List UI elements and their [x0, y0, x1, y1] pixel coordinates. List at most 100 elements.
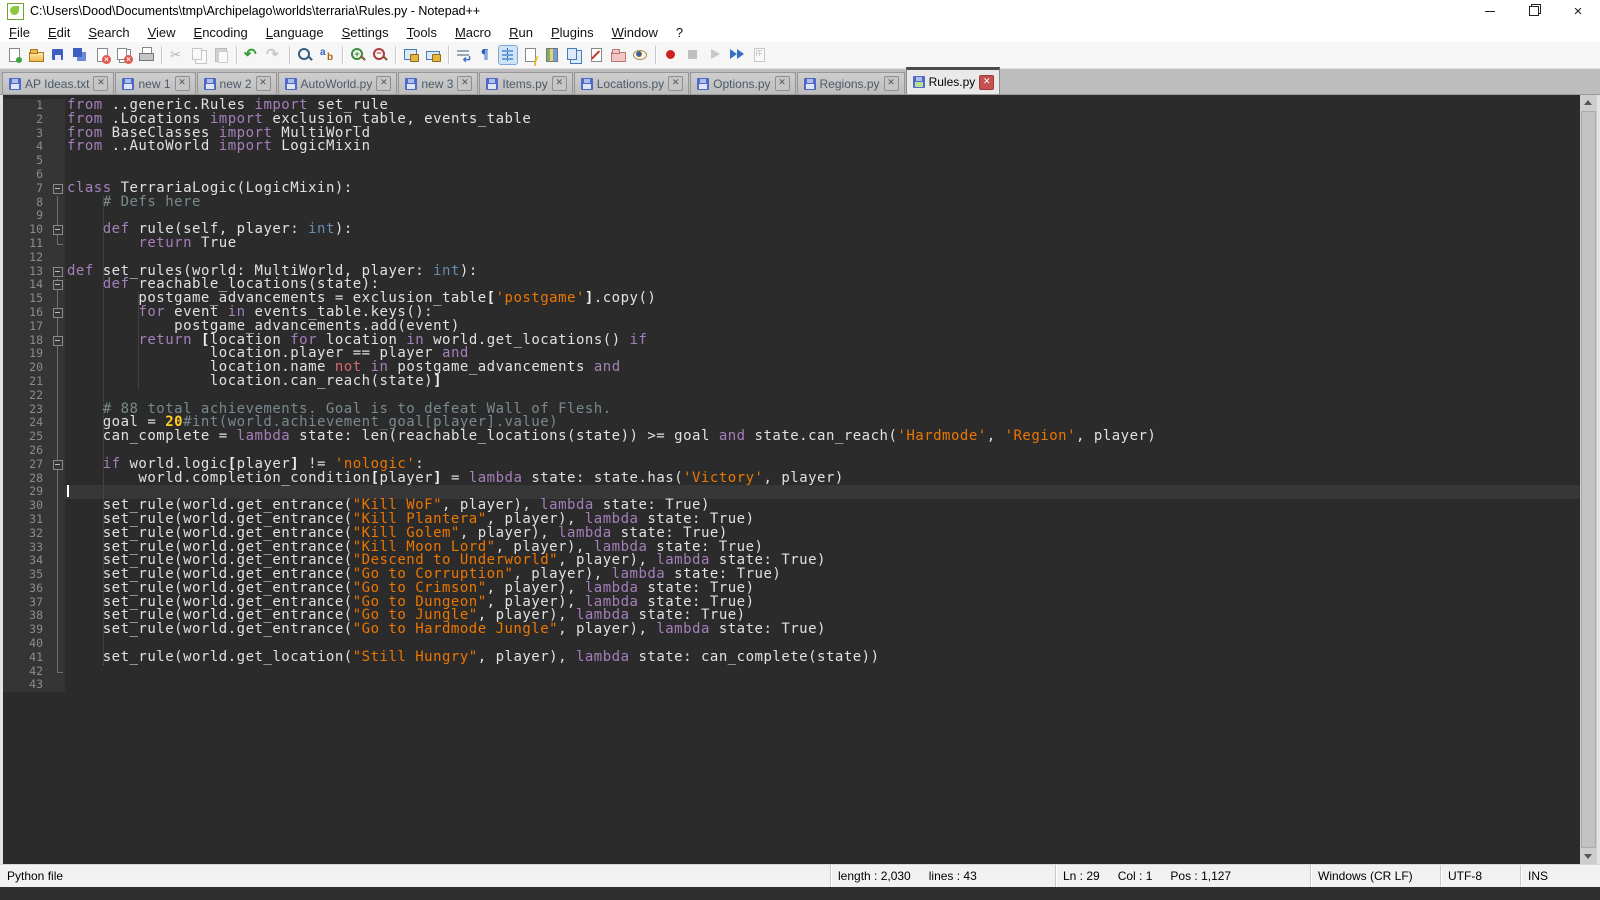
menu-item-tools[interactable]: Tools	[398, 23, 446, 42]
menu-item-?[interactable]: ?	[667, 23, 692, 42]
status-length-lines: length : 2,030 lines : 43	[830, 865, 1055, 887]
tab-close-icon[interactable]: ✕	[775, 76, 790, 91]
fold-marker-icon[interactable]	[51, 182, 65, 196]
line-number: 17	[3, 320, 51, 334]
tab-close-icon[interactable]: ✕	[884, 76, 899, 91]
show-indent-guide-icon[interactable]	[499, 46, 517, 64]
restore-button[interactable]	[1512, 0, 1556, 22]
tab-close-icon[interactable]: ✕	[376, 76, 391, 91]
zoom-out-icon[interactable]	[371, 46, 389, 64]
fold-marker-icon[interactable]	[51, 334, 65, 348]
fold-margin	[51, 651, 65, 665]
sync-vertical-scroll-icon[interactable]	[402, 46, 420, 64]
fold-margin	[51, 292, 65, 306]
status-eol[interactable]: Windows (CR LF)	[1310, 865, 1440, 887]
tab-close-icon[interactable]: ✕	[256, 76, 271, 91]
open-file-icon[interactable]	[27, 46, 45, 64]
menu-item-language[interactable]: Language	[257, 23, 333, 42]
saved-file-icon	[486, 78, 498, 90]
status-col: Col : 1	[1118, 869, 1153, 883]
tab-rules-py[interactable]: Rules.py✕	[906, 67, 1001, 94]
zoom-in-icon[interactable]	[349, 46, 367, 64]
run-macro-multiple-times-icon[interactable]	[728, 46, 746, 64]
fold-margin	[51, 623, 65, 637]
tab-close-icon[interactable]: ✕	[93, 76, 108, 91]
modified-document-icon[interactable]	[587, 46, 605, 64]
code-text: can_complete = lambda state: len(reachab…	[65, 430, 1156, 444]
menu-item-plugins[interactable]: Plugins	[542, 23, 603, 42]
menu-item-run[interactable]: Run	[500, 23, 542, 42]
tab-close-icon[interactable]: ✕	[979, 75, 994, 90]
menu-item-encoding[interactable]: Encoding	[185, 23, 257, 42]
tab-new-2[interactable]: new 2✕	[197, 72, 277, 94]
menu-item-edit[interactable]: Edit	[39, 23, 79, 42]
fold-marker-icon[interactable]	[51, 458, 65, 472]
print-icon[interactable]	[137, 46, 155, 64]
tab-new-3[interactable]: new 3 ✕	[398, 72, 478, 94]
new-file-icon[interactable]	[5, 46, 23, 64]
status-encoding[interactable]: UTF-8	[1440, 865, 1520, 887]
tab-close-icon[interactable]: ✕	[668, 76, 683, 91]
code-editor[interactable]: 1from ..generic.Rules import set_rule2fr…	[3, 95, 1580, 864]
tab-autoworld-py[interactable]: AutoWorld.py✕	[278, 72, 398, 94]
menu-item-window[interactable]: Window	[603, 23, 667, 42]
toolbar-separator	[161, 46, 162, 64]
word-wrap-icon[interactable]	[455, 46, 473, 64]
fold-marker-icon[interactable]	[51, 223, 65, 237]
tab-locations-py[interactable]: Locations.py✕	[574, 72, 689, 94]
code-text: location.can_reach(state)]	[65, 375, 442, 389]
tab-items-py[interactable]: Items.py✕	[479, 72, 572, 94]
code-line: 8 # Defs here	[3, 196, 1580, 210]
file-monitoring-icon[interactable]	[631, 46, 649, 64]
fold-marker-icon[interactable]	[51, 265, 65, 279]
find-icon[interactable]	[296, 46, 314, 64]
tab-close-icon[interactable]: ✕	[175, 76, 190, 91]
sync-horizontal-scroll-icon[interactable]	[424, 46, 442, 64]
tab-ap-ideas-txt[interactable]: AP Ideas.txt✕	[2, 72, 114, 94]
document-switcher-icon[interactable]	[565, 46, 583, 64]
replace-icon[interactable]	[318, 46, 336, 64]
fold-margin	[51, 168, 65, 182]
saved-file-icon	[581, 78, 593, 90]
fold-marker-icon[interactable]	[51, 306, 65, 320]
close-button[interactable]: ×	[1556, 0, 1600, 22]
indent-guide	[103, 196, 104, 665]
tab-options-py[interactable]: Options.py✕	[690, 72, 795, 94]
tab-new-1[interactable]: new 1✕	[115, 72, 195, 94]
tab-close-icon[interactable]: ✕	[552, 76, 567, 91]
scroll-down-arrow[interactable]	[1580, 848, 1597, 864]
tab-close-icon[interactable]: ✕	[457, 76, 472, 91]
tab-label: new 3	[421, 77, 453, 91]
close-all-icon[interactable]	[115, 46, 133, 64]
menu-item-file[interactable]: File	[0, 23, 39, 42]
toolbar-separator	[289, 46, 290, 64]
vertical-scrollbar[interactable]	[1580, 95, 1597, 864]
fold-margin	[51, 154, 65, 168]
minimize-button[interactable]	[1468, 0, 1512, 22]
line-number: 38	[3, 609, 51, 623]
record-macro-icon[interactable]	[662, 46, 680, 64]
editor-area: 1from ..generic.Rules import set_rule2fr…	[0, 95, 1600, 864]
undo-icon[interactable]	[243, 46, 261, 64]
status-insert-mode[interactable]: INS	[1520, 865, 1600, 887]
line-number: 18	[3, 334, 51, 348]
menu-item-search[interactable]: Search	[79, 23, 138, 42]
folder-as-workspace-icon[interactable]	[609, 46, 627, 64]
scroll-up-arrow[interactable]	[1580, 95, 1597, 111]
menu-item-view[interactable]: View	[139, 23, 185, 42]
close-icon[interactable]	[93, 46, 111, 64]
tab-regions-py[interactable]: Regions.py✕	[797, 72, 905, 94]
save-all-icon[interactable]	[71, 46, 89, 64]
menu-item-settings[interactable]: Settings	[333, 23, 398, 42]
fold-margin	[51, 609, 65, 623]
scrollbar-thumb[interactable]	[1581, 111, 1596, 848]
menu-item-macro[interactable]: Macro	[446, 23, 500, 42]
line-number: 16	[3, 306, 51, 320]
fold-marker-icon[interactable]	[51, 278, 65, 292]
save-icon[interactable]	[49, 46, 67, 64]
show-all-characters-icon[interactable]	[477, 46, 495, 64]
function-list-icon[interactable]	[521, 46, 539, 64]
fold-margin	[51, 140, 65, 154]
status-ln: Ln : 29	[1063, 869, 1100, 883]
document-map-icon[interactable]	[543, 46, 561, 64]
